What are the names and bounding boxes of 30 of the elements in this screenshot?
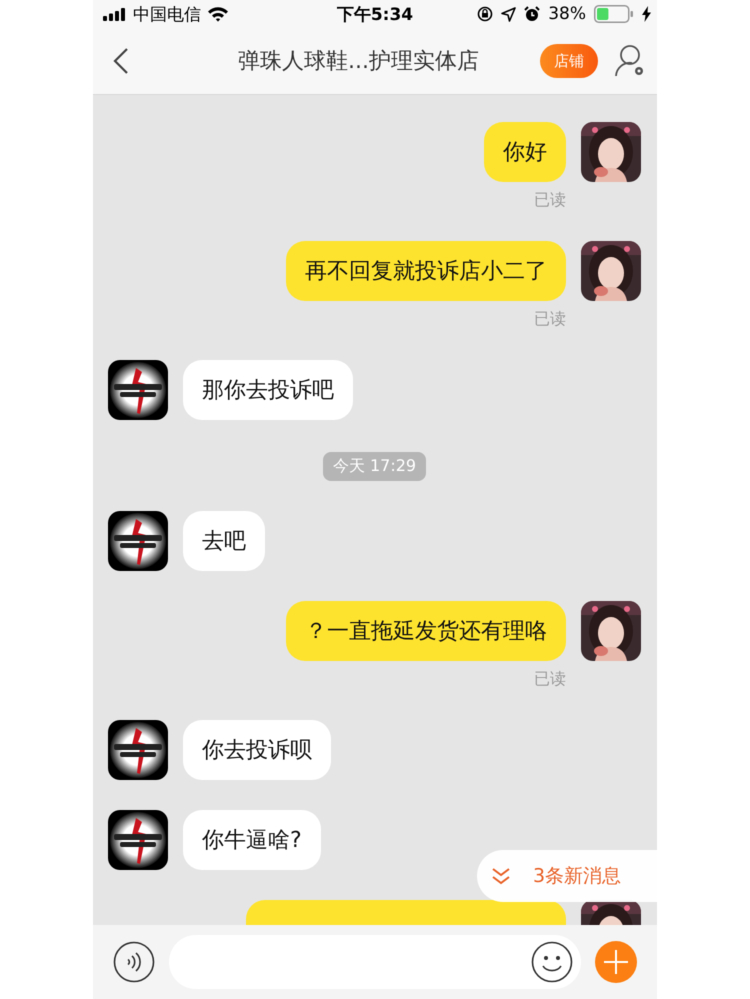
- message-bubble: 去吧: [183, 511, 265, 571]
- message-bubble: 那你去投诉吧: [183, 360, 353, 420]
- double-chevron-down-icon: [491, 866, 511, 886]
- read-status: 已读: [534, 190, 566, 211]
- message-bubble: 你好: [484, 122, 566, 182]
- timestamp: 今天 17:29: [322, 452, 426, 481]
- user-settings-icon[interactable]: [615, 44, 645, 78]
- read-status: 已读: [534, 669, 566, 690]
- read-status: 已读: [534, 309, 566, 330]
- charging-icon: [642, 6, 651, 22]
- carrier-name: 中国电信: [133, 4, 201, 26]
- message-bubble: 你去投诉呗: [183, 720, 331, 780]
- clock-time: 下午5:34: [336, 4, 414, 26]
- battery-icon: [594, 5, 634, 23]
- location-icon: [501, 6, 516, 22]
- plus-icon[interactable]: [595, 941, 637, 983]
- battery-percent: 38%: [548, 4, 586, 24]
- alarm-icon: [524, 6, 540, 22]
- signal-icon: [103, 8, 127, 20]
- shop-title: 弹珠人球鞋...护理实体店: [237, 48, 480, 76]
- shop-button[interactable]: 店铺: [540, 44, 598, 78]
- emoji-icon[interactable]: [531, 941, 573, 983]
- new-messages-button[interactable]: 3条新消息: [477, 850, 657, 902]
- voice-icon[interactable]: [113, 941, 155, 983]
- message-bubble: 再不回复就投诉店小二了: [286, 241, 566, 301]
- wifi-icon: [207, 6, 229, 22]
- back-button[interactable]: [113, 47, 129, 75]
- message-bubble: ？一直拖延发货还有理咯: [286, 601, 566, 661]
- rotation-lock-icon: [477, 6, 494, 22]
- message-bubble: 你牛逼啥?: [183, 810, 321, 870]
